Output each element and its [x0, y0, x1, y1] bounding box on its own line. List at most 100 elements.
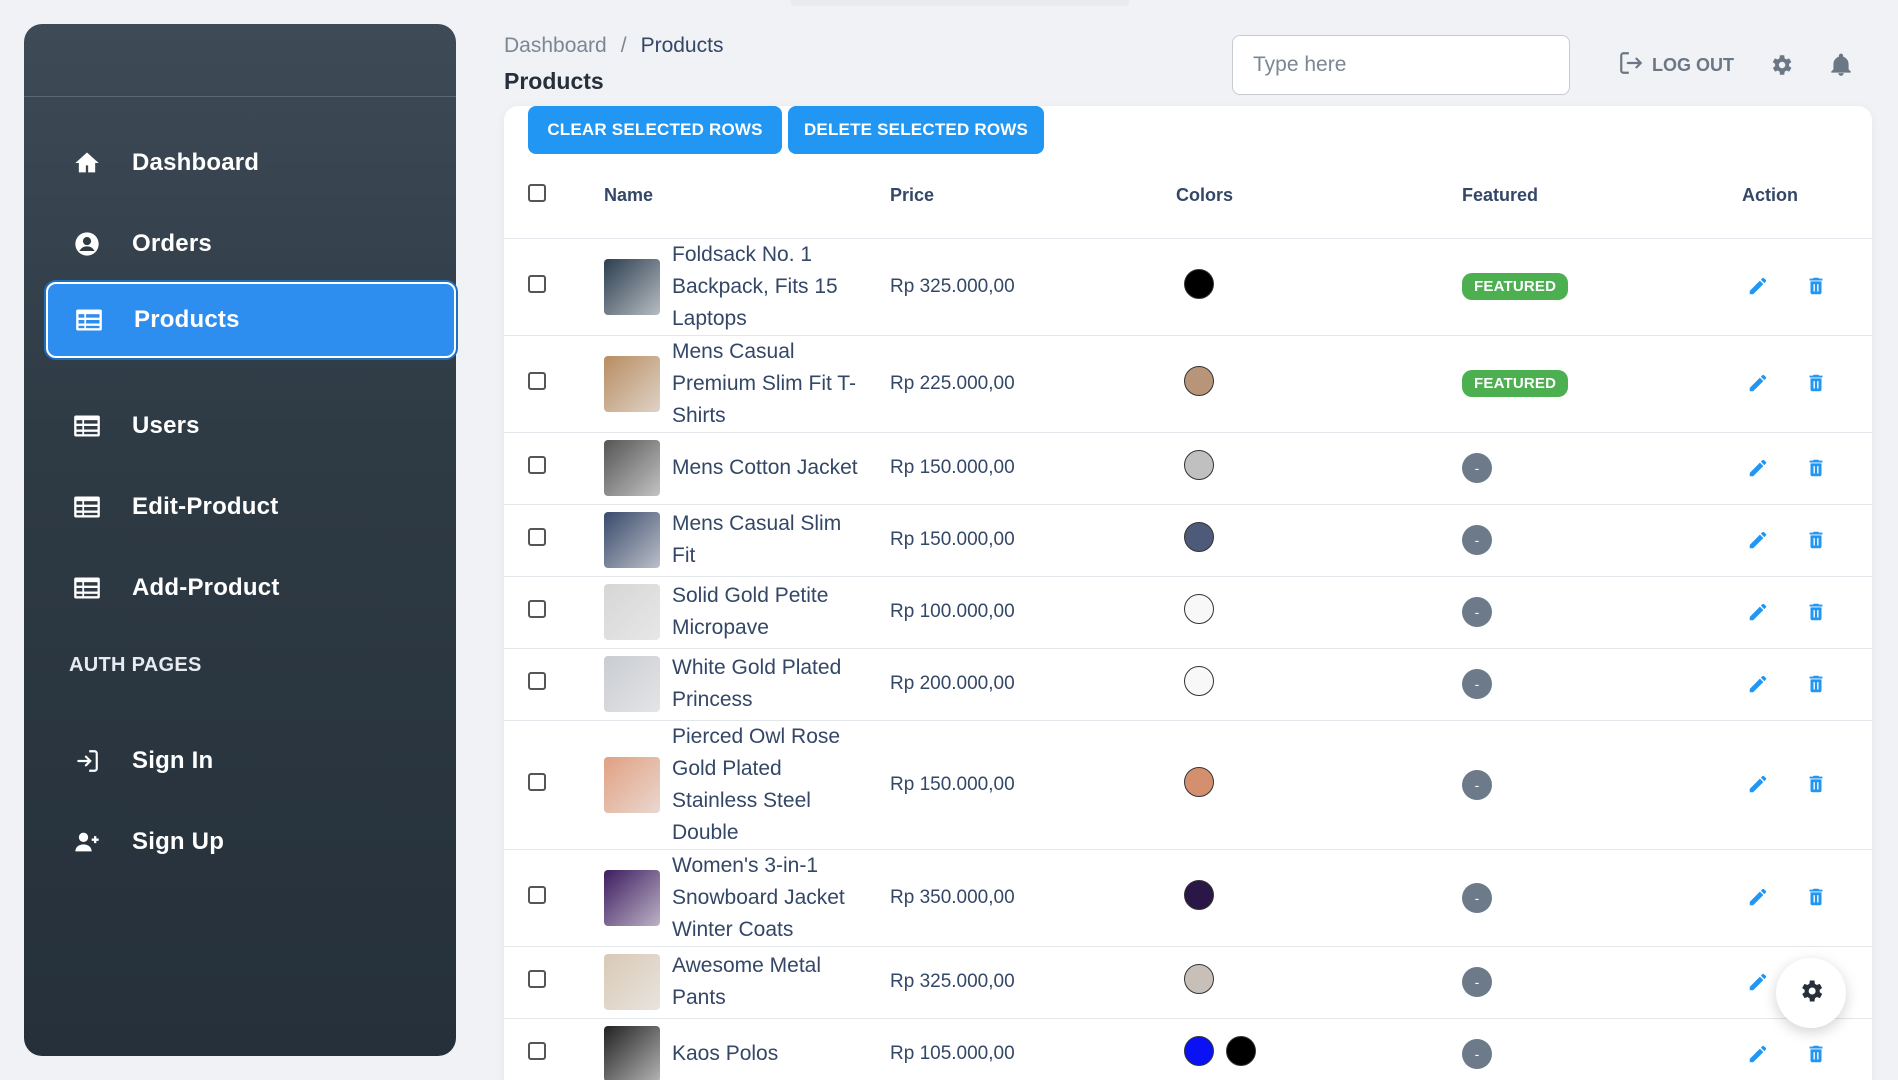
- column-header-price[interactable]: Price: [890, 154, 1176, 239]
- edit-icon[interactable]: [1742, 966, 1774, 998]
- products-table: Name Price Colors Featured Action Foldsa…: [504, 154, 1872, 1080]
- column-header-featured[interactable]: Featured: [1462, 154, 1742, 239]
- sidebar-item-label: Products: [134, 306, 240, 333]
- color-swatch: [1184, 365, 1214, 396]
- color-swatch: [1184, 766, 1214, 797]
- name-cell: Mens Cotton Jacket: [604, 432, 890, 505]
- edit-icon[interactable]: [1742, 452, 1774, 484]
- sidebar-item-sign-in[interactable]: Sign In: [46, 723, 438, 799]
- row-select-cell: [504, 1018, 604, 1080]
- column-header-colors[interactable]: Colors: [1176, 154, 1462, 239]
- name-cell: Pierced Owl Rose Gold Plated Stainless S…: [604, 720, 890, 850]
- table-row[interactable]: Solid Gold Petite Micropave Rp 100.000,00…: [504, 576, 1872, 649]
- name-cell: Foldsack No. 1 Backpack, Fits 15 Laptops: [604, 238, 890, 336]
- column-header-name[interactable]: Name: [604, 154, 890, 239]
- color-swatch: [1184, 450, 1214, 480]
- delete-selected-rows-button[interactable]: DELETE SELECTED ROWS: [788, 106, 1044, 154]
- delete-icon[interactable]: [1800, 596, 1832, 628]
- delete-icon[interactable]: [1800, 1038, 1832, 1070]
- name-cell: Women's 3-in-1 Snowboard Jacket Winter C…: [604, 849, 890, 947]
- row-checkbox[interactable]: [528, 600, 546, 618]
- product-price: Rp 150.000,00: [890, 720, 1176, 850]
- row-checkbox[interactable]: [528, 885, 546, 904]
- delete-icon[interactable]: [1800, 452, 1832, 484]
- user-circle-icon: [72, 229, 102, 259]
- product-name: Mens Casual Premium Slim Fit T-Shirts: [672, 339, 856, 427]
- edit-icon[interactable]: [1742, 768, 1774, 800]
- table-row[interactable]: Mens Casual Slim Fit Rp 150.000,00 -: [504, 504, 1872, 577]
- row-checkbox[interactable]: [528, 970, 546, 988]
- sidebar-item-label: Edit-Product: [132, 493, 279, 520]
- settings-icon[interactable]: [1766, 50, 1796, 80]
- color-swatch: [1184, 268, 1214, 299]
- row-checkbox[interactable]: [528, 1042, 546, 1060]
- row-select-cell: [504, 946, 604, 1019]
- settings-icon: [1797, 977, 1825, 1010]
- delete-icon[interactable]: [1800, 270, 1832, 302]
- row-checkbox[interactable]: [528, 672, 546, 690]
- table-row[interactable]: Women's 3-in-1 Snowboard Jacket Winter C…: [504, 849, 1872, 947]
- product-price: Rp 150.000,00: [890, 432, 1176, 505]
- colors-cell: [1176, 238, 1462, 336]
- name-cell: White Gold Plated Princess: [604, 648, 890, 721]
- row-checkbox[interactable]: [528, 371, 546, 390]
- color-swatch: [1184, 1036, 1214, 1066]
- delete-icon[interactable]: [1800, 881, 1832, 913]
- product-name: Awesome Metal Pants: [672, 954, 822, 1009]
- featured-cell: -: [1462, 576, 1742, 649]
- table-row[interactable]: White Gold Plated Princess Rp 200.000,00 -: [504, 648, 1872, 721]
- sidebar-item-users[interactable]: Users: [46, 388, 438, 464]
- sidebar-item-sign-up[interactable]: Sign Up: [46, 804, 438, 880]
- colors-cell: [1176, 849, 1462, 947]
- action-cell: [1742, 432, 1872, 505]
- breadcrumb-root[interactable]: Dashboard: [504, 34, 607, 58]
- table-row[interactable]: Awesome Metal Pants Rp 325.000,00 -: [504, 946, 1872, 1019]
- sidebar-item-label: Orders: [132, 230, 212, 257]
- sidebar-item-label: Dashboard: [132, 149, 260, 176]
- row-checkbox[interactable]: [528, 528, 546, 546]
- color-swatch: [1184, 879, 1214, 910]
- product-price: Rp 150.000,00: [890, 504, 1176, 577]
- row-checkbox[interactable]: [528, 456, 546, 474]
- colors-cell: [1176, 648, 1462, 721]
- edit-icon[interactable]: [1742, 1038, 1774, 1070]
- search-input[interactable]: [1232, 35, 1570, 95]
- table-row[interactable]: Kaos Polos Rp 105.000,00 -: [504, 1018, 1872, 1080]
- sidebar-item-add-product[interactable]: Add-Product: [46, 550, 438, 626]
- edit-icon[interactable]: [1742, 524, 1774, 556]
- edit-icon[interactable]: [1742, 367, 1774, 399]
- product-name: White Gold Plated Princess: [672, 656, 842, 711]
- sidebar-item-products[interactable]: Products: [46, 282, 456, 358]
- delete-icon[interactable]: [1800, 768, 1832, 800]
- featured-cell: -: [1462, 849, 1742, 947]
- delete-icon[interactable]: [1800, 524, 1832, 556]
- sidebar-item-orders[interactable]: Orders: [46, 206, 438, 282]
- delete-icon[interactable]: [1800, 668, 1832, 700]
- home-icon: [72, 148, 102, 178]
- edit-icon[interactable]: [1742, 270, 1774, 302]
- colors-cell: [1176, 1018, 1462, 1080]
- edit-icon[interactable]: [1742, 596, 1774, 628]
- product-price: Rp 325.000,00: [890, 238, 1176, 336]
- bell-icon[interactable]: [1826, 50, 1856, 80]
- edit-icon[interactable]: [1742, 881, 1774, 913]
- edit-icon[interactable]: [1742, 668, 1774, 700]
- action-cell: [1742, 849, 1872, 947]
- product-name: Women's 3-in-1 Snowboard Jacket Winter C…: [672, 853, 845, 941]
- clear-selected-rows-button[interactable]: CLEAR SELECTED ROWS: [528, 106, 782, 154]
- row-checkbox[interactable]: [528, 274, 546, 293]
- select-all-checkbox[interactable]: [528, 184, 546, 203]
- configurator-button[interactable]: [1776, 958, 1846, 1028]
- table-row[interactable]: Mens Casual Premium Slim Fit T-Shirts Rp …: [504, 335, 1872, 433]
- logout-button[interactable]: LOG OUT: [1618, 50, 1734, 81]
- row-checkbox[interactable]: [528, 772, 546, 791]
- sidebar-item-edit-product[interactable]: Edit-Product: [46, 469, 438, 545]
- table-row[interactable]: Pierced Owl Rose Gold Plated Stainless S…: [504, 720, 1872, 850]
- products-card: CLEAR SELECTED ROWS DELETE SELECTED ROWS…: [504, 106, 1872, 1080]
- table-icon: [74, 305, 104, 335]
- table-row[interactable]: Mens Cotton Jacket Rp 150.000,00 -: [504, 432, 1872, 505]
- row-select-cell: [504, 335, 604, 433]
- sidebar-item-dashboard[interactable]: Dashboard: [46, 125, 438, 201]
- delete-icon[interactable]: [1800, 367, 1832, 399]
- table-row[interactable]: Foldsack No. 1 Backpack, Fits 15 Laptops…: [504, 238, 1872, 336]
